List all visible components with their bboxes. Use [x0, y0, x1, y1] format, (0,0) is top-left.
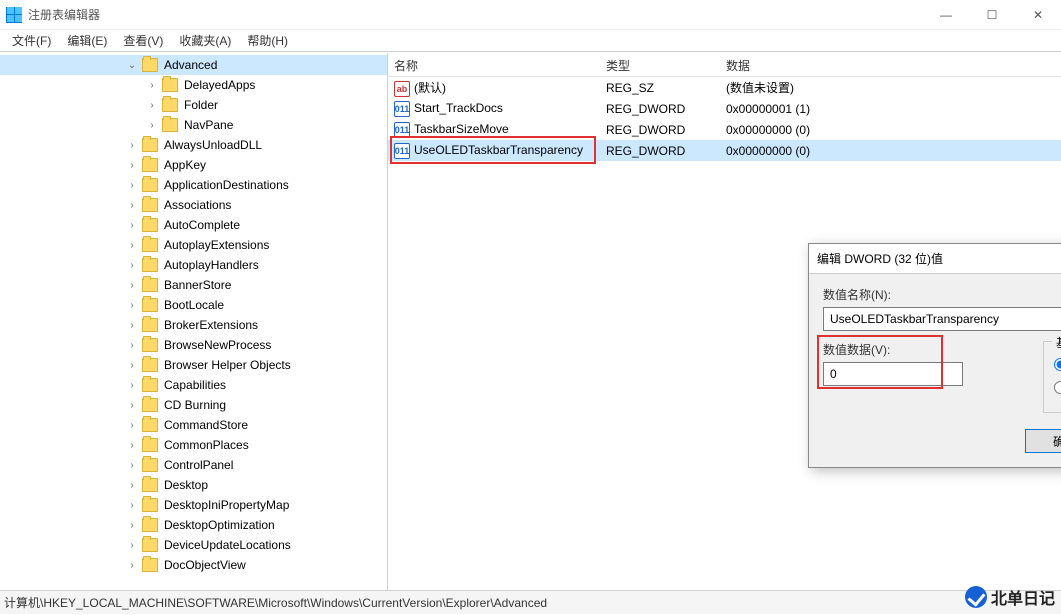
- statusbar: 计算机\HKEY_LOCAL_MACHINE\SOFTWARE\Microsof…: [0, 590, 1061, 614]
- tree-item-desktopoptimization[interactable]: ›DesktopOptimization: [0, 515, 387, 535]
- value-type-icon: 011: [394, 101, 410, 117]
- tree-item-deviceupdatelocations[interactable]: ›DeviceUpdateLocations: [0, 535, 387, 555]
- value-data-label: 数值数据(V):: [823, 341, 1023, 358]
- tree-item-brokerextensions[interactable]: ›BrokerExtensions: [0, 315, 387, 335]
- tree-item-autoplayextensions[interactable]: ›AutoplayExtensions: [0, 235, 387, 255]
- tree-item-navpane[interactable]: ›NavPane: [0, 115, 387, 135]
- value-type-icon: ab: [394, 81, 410, 97]
- value-data: 0x00000000 (0): [722, 144, 1059, 158]
- base-legend: 基数: [1052, 334, 1061, 351]
- value-type: REG_DWORD: [602, 102, 722, 116]
- value-data: 0x00000000 (0): [722, 123, 1059, 137]
- tree-item-cd-burning[interactable]: ›CD Burning: [0, 395, 387, 415]
- watermark-text: 北单日记: [991, 585, 1055, 609]
- tree-pane[interactable]: ⌄Advanced›DelayedApps›Folder›NavPane›Alw…: [0, 53, 388, 590]
- value-name-label: 数值名称(N):: [823, 286, 1061, 303]
- close-button[interactable]: ✕: [1015, 0, 1061, 30]
- list-row[interactable]: 011 TaskbarSizeMove REG_DWORD0x00000000 (0…: [388, 119, 1061, 140]
- tree-item-docobjectview[interactable]: ›DocObjectView: [0, 555, 387, 575]
- list-header: 名称 类型 数据: [388, 53, 1061, 77]
- col-header-data[interactable]: 数据: [720, 53, 1061, 76]
- tree-item-bannerstore[interactable]: ›BannerStore: [0, 275, 387, 295]
- value-type: REG_DWORD: [602, 144, 722, 158]
- tree-item-browsenewprocess[interactable]: ›BrowseNewProcess: [0, 335, 387, 355]
- col-header-name[interactable]: 名称: [388, 53, 600, 76]
- col-header-type[interactable]: 类型: [600, 53, 720, 76]
- menu-edit[interactable]: 编辑(E): [59, 30, 115, 51]
- tree-item-browser-helper-objects[interactable]: ›Browser Helper Objects: [0, 355, 387, 375]
- tree-item-autoplayhandlers[interactable]: ›AutoplayHandlers: [0, 255, 387, 275]
- list-row[interactable]: 011 Start_TrackDocs REG_DWORD0x00000001 (1…: [388, 98, 1061, 119]
- titlebar: 注册表编辑器 — ☐ ✕: [0, 0, 1061, 30]
- value-name: Start_TrackDocs: [414, 101, 503, 115]
- tree-item-applicationdestinations[interactable]: ›ApplicationDestinations: [0, 175, 387, 195]
- menu-favorites[interactable]: 收藏夹(A): [171, 30, 239, 51]
- app-icon: [6, 7, 22, 23]
- dialog-titlebar[interactable]: 编辑 DWORD (32 位)值 ✕: [809, 244, 1061, 274]
- tree-item-commonplaces[interactable]: ›CommonPlaces: [0, 435, 387, 455]
- tree-item-appkey[interactable]: ›AppKey: [0, 155, 387, 175]
- list-pane[interactable]: 名称 类型 数据 ab (默认) REG_SZ(数值未设置) 011 Start_Tra…: [388, 53, 1061, 590]
- value-type-icon: 011: [394, 122, 410, 138]
- value-name: TaskbarSizeMove: [414, 122, 509, 136]
- tree-item-bootlocale[interactable]: ›BootLocale: [0, 295, 387, 315]
- list-row[interactable]: 011 UseOLEDTaskbarTransparency REG_DWORD0x…: [388, 140, 1061, 161]
- value-name: (默认): [414, 81, 446, 95]
- tree-item-autocomplete[interactable]: ›AutoComplete: [0, 215, 387, 235]
- value-type: REG_SZ: [602, 81, 722, 95]
- maximize-button[interactable]: ☐: [969, 0, 1015, 30]
- value-name-field[interactable]: [823, 307, 1061, 331]
- tree-item-controlpanel[interactable]: ›ControlPanel: [0, 455, 387, 475]
- value-data-field[interactable]: [823, 362, 963, 386]
- radio-hex-input[interactable]: [1054, 358, 1061, 371]
- base-groupbox: 基数 十六进制(H) 十进制(D): [1043, 341, 1061, 413]
- tree-item-desktopinipropertymap[interactable]: ›DesktopIniPropertyMap: [0, 495, 387, 515]
- value-data: (数值未设置): [722, 79, 1059, 96]
- tree-item-commandstore[interactable]: ›CommandStore: [0, 415, 387, 435]
- dialog-title: 编辑 DWORD (32 位)值: [817, 250, 943, 267]
- list-row[interactable]: ab (默认) REG_SZ(数值未设置): [388, 77, 1061, 98]
- value-data: 0x00000001 (1): [722, 102, 1059, 116]
- menu-file[interactable]: 文件(F): [4, 30, 59, 51]
- ok-button[interactable]: 确定: [1025, 429, 1061, 453]
- watermark: 北单日记: [965, 585, 1055, 609]
- menu-help[interactable]: 帮助(H): [239, 30, 296, 51]
- watermark-icon: [965, 586, 987, 608]
- tree-item-desktop[interactable]: ›Desktop: [0, 475, 387, 495]
- radio-dec[interactable]: 十进制(D): [1054, 379, 1061, 396]
- tree-item-advanced[interactable]: ⌄Advanced: [0, 55, 387, 75]
- tree-item-capabilities[interactable]: ›Capabilities: [0, 375, 387, 395]
- window-title: 注册表编辑器: [28, 6, 100, 23]
- minimize-button[interactable]: —: [923, 0, 969, 30]
- tree-item-alwaysunloaddll[interactable]: ›AlwaysUnloadDLL: [0, 135, 387, 155]
- tree-item-delayedapps[interactable]: ›DelayedApps: [0, 75, 387, 95]
- status-path: 计算机\HKEY_LOCAL_MACHINE\SOFTWARE\Microsof…: [4, 594, 547, 611]
- value-name: UseOLEDTaskbarTransparency: [414, 143, 583, 157]
- radio-dec-input[interactable]: [1054, 381, 1061, 394]
- tree-item-associations[interactable]: ›Associations: [0, 195, 387, 215]
- radio-hex[interactable]: 十六进制(H): [1054, 356, 1061, 373]
- menubar: 文件(F) 编辑(E) 查看(V) 收藏夹(A) 帮助(H): [0, 30, 1061, 52]
- value-type-icon: 011: [394, 143, 410, 159]
- value-type: REG_DWORD: [602, 123, 722, 137]
- tree-item-folder[interactable]: ›Folder: [0, 95, 387, 115]
- menu-view[interactable]: 查看(V): [115, 30, 171, 51]
- edit-dword-dialog: 编辑 DWORD (32 位)值 ✕ 数值名称(N): 数值数据(V): 基数 …: [808, 243, 1061, 468]
